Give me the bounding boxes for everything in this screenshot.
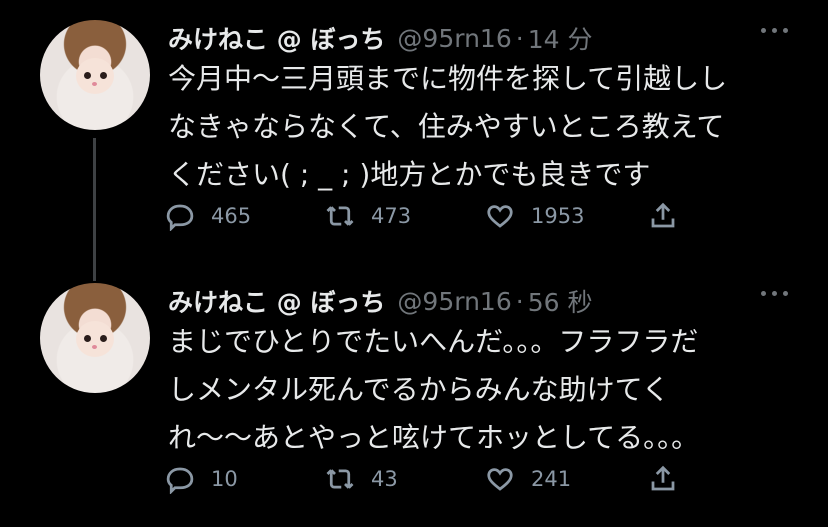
tweet[interactable]: みけねこ @ ぼっち @95rn16 · 56 秒 まじでひとりでたいへんだ。。… (0, 263, 828, 527)
avatar[interactable] (40, 20, 150, 130)
tweet-header: みけねこ @ ぼっち @95rn16 · 14 分 (168, 20, 592, 56)
tweet-text: まじでひとりでたいへんだ。。。フラフラだ しメンタル死んでるからみんな助けてく … (168, 325, 700, 454)
user-handle[interactable]: @95rn16 (397, 287, 511, 316)
share-icon (651, 202, 675, 228)
more-icon[interactable] (761, 291, 788, 296)
display-name[interactable]: みけねこ @ ぼっち (168, 20, 385, 56)
separator-dot: · (515, 286, 524, 316)
like-button[interactable]: 1953 (485, 196, 584, 236)
tweet[interactable]: みけねこ @ ぼっち @95rn16 · 14 分 今月中〜三月頭までに物件を探… (0, 0, 828, 263)
reply-icon (166, 467, 194, 494)
like-count: 1953 (531, 204, 585, 228)
reply-button[interactable]: 465 (165, 196, 251, 236)
like-count: 241 (531, 467, 572, 491)
tweet-actions: 465 473 1953 (165, 196, 725, 236)
more-icon[interactable] (761, 28, 788, 33)
retweet-button[interactable]: 473 (325, 196, 411, 236)
tweet-text: 今月中〜三月頭までに物件を探して引越しし なきゃならなくて、住みやすいところ教え… (168, 62, 728, 191)
timestamp[interactable]: 14 分 (528, 20, 593, 56)
share-button[interactable] (648, 196, 678, 236)
retweet-icon (326, 469, 354, 489)
display-name[interactable]: みけねこ @ ぼっち (168, 283, 385, 319)
timestamp[interactable]: 56 秒 (528, 283, 593, 319)
heart-icon (487, 205, 513, 228)
reply-icon (166, 204, 194, 231)
share-button[interactable] (648, 459, 678, 499)
reply-button[interactable]: 10 (165, 459, 238, 499)
heart-icon (487, 468, 513, 491)
share-icon (651, 465, 675, 491)
retweet-icon (326, 206, 354, 226)
retweet-button[interactable]: 43 (325, 459, 398, 499)
tweet-header: みけねこ @ ぼっち @95rn16 · 56 秒 (168, 283, 592, 319)
tweet-actions: 10 43 241 (165, 459, 725, 499)
like-button[interactable]: 241 (485, 459, 571, 499)
separator-dot: · (515, 23, 524, 53)
retweet-count: 43 (371, 467, 398, 491)
reply-count: 10 (211, 467, 238, 491)
user-handle[interactable]: @95rn16 (397, 24, 511, 53)
avatar[interactable] (40, 283, 150, 393)
retweet-count: 473 (371, 204, 412, 228)
reply-count: 465 (211, 204, 252, 228)
